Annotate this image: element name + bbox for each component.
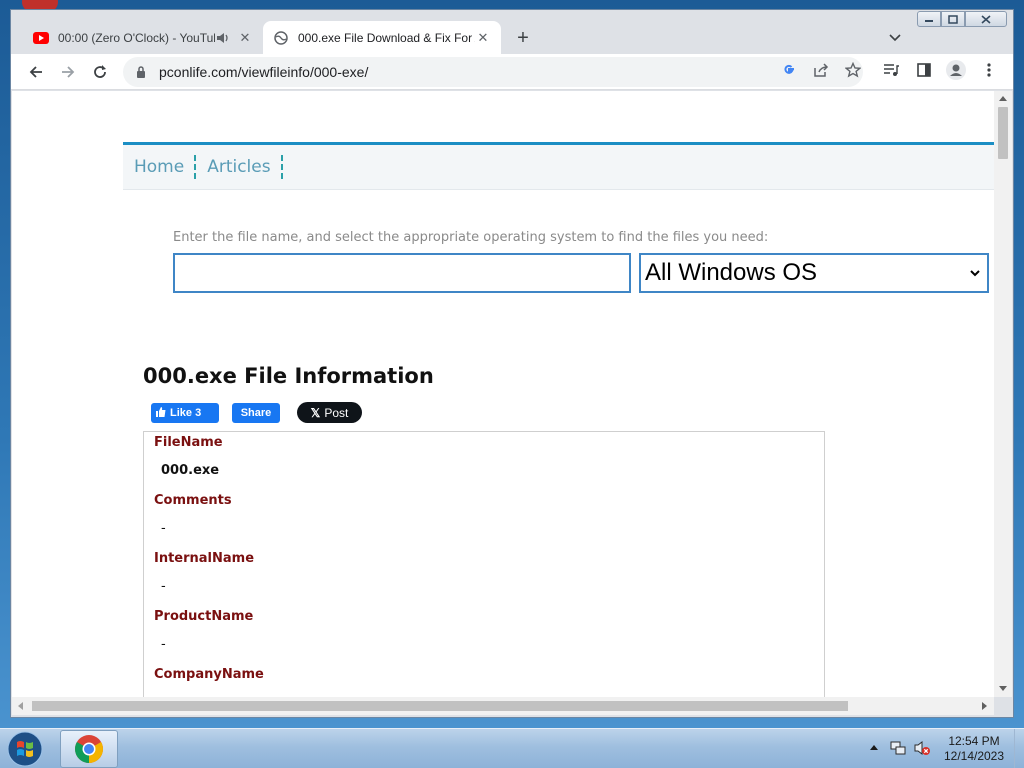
scroll-down-icon[interactable] xyxy=(999,686,1007,691)
minimize-button[interactable] xyxy=(917,11,941,27)
chrome-icon xyxy=(75,735,103,763)
youtube-icon xyxy=(33,30,49,46)
close-tab-icon[interactable]: ✕ xyxy=(475,30,491,46)
post-label: Post xyxy=(324,405,349,420)
field-internalname: InternalName - xyxy=(154,551,254,594)
field-value: - xyxy=(161,521,166,536)
clock-time: 12:54 PM xyxy=(948,734,1000,748)
share-icon[interactable] xyxy=(809,58,833,82)
tab-strip: 00:00 (Zero O'Clock) - YouTube ✕ 000.exe… xyxy=(11,10,1013,54)
network-icon[interactable] xyxy=(889,739,907,757)
search-hint: Enter the file name, and select the appr… xyxy=(173,230,769,245)
tab-pconlife[interactable]: 000.exe File Download & Fix For All Wind… xyxy=(263,21,501,54)
x-post-button[interactable]: 𝕏 Post xyxy=(297,402,362,423)
google-lens-icon[interactable] xyxy=(777,58,801,82)
field-label: FileName xyxy=(154,435,223,450)
tray-expand-icon[interactable] xyxy=(868,741,880,753)
speaker-icon[interactable] xyxy=(215,30,231,46)
address-bar[interactable]: pconlife.com/viewfileinfo/000-exe/ xyxy=(123,57,863,87)
os-select-dropdown[interactable]: All Windows OS xyxy=(639,253,989,293)
browser-window: 00:00 (Zero O'Clock) - YouTube ✕ 000.exe… xyxy=(10,9,1014,718)
browser-toolbar: pconlife.com/viewfileinfo/000-exe/ xyxy=(11,54,1013,90)
show-desktop-button[interactable] xyxy=(1014,729,1024,768)
volume-muted-icon[interactable] xyxy=(913,739,931,757)
site-nav: Home Articles xyxy=(123,142,994,190)
globe-icon xyxy=(273,30,289,46)
facebook-like-button[interactable]: Like 3 xyxy=(151,403,219,423)
media-control-icon[interactable] xyxy=(879,58,903,82)
field-productname: ProductName - xyxy=(154,609,253,652)
like-count: 3 xyxy=(195,407,202,419)
field-companyname: CompanyName xyxy=(154,667,264,695)
chevron-down-icon xyxy=(969,267,981,279)
field-value: - xyxy=(161,637,166,652)
close-tab-icon[interactable]: ✕ xyxy=(237,30,253,46)
nav-link-articles[interactable]: Articles xyxy=(207,155,283,179)
field-value: 000.exe xyxy=(161,463,220,478)
scrollbar-thumb[interactable] xyxy=(32,701,848,711)
chrome-taskbar-button[interactable] xyxy=(60,730,118,768)
menu-kebab-icon[interactable] xyxy=(977,58,1001,82)
nav-link-home[interactable]: Home xyxy=(134,155,197,179)
close-window-button[interactable] xyxy=(965,11,1007,27)
tab-youtube[interactable]: 00:00 (Zero O'Clock) - YouTube ✕ xyxy=(23,21,263,54)
page-viewport: Home Articles Enter the file name, and s… xyxy=(12,91,994,697)
scroll-right-icon[interactable] xyxy=(982,702,987,710)
vertical-scrollbar[interactable] xyxy=(994,91,1012,697)
lock-icon[interactable] xyxy=(133,64,149,80)
x-logo-icon: 𝕏 xyxy=(310,405,321,420)
tab-title: 00:00 (Zero O'Clock) - YouTube xyxy=(58,30,215,45)
field-filename: FileName 000.exe xyxy=(154,435,223,478)
field-label: ProductName xyxy=(154,609,254,624)
profile-avatar-icon[interactable] xyxy=(944,58,968,82)
bookmark-star-icon[interactable] xyxy=(841,58,865,82)
horizontal-scrollbar[interactable] xyxy=(12,697,994,715)
file-info-table: FileName 000.exe Comments - InternalName… xyxy=(143,431,825,697)
system-clock[interactable]: 12:54 PM 12/14/2023 xyxy=(940,734,1008,764)
like-label: Like xyxy=(170,407,193,419)
scroll-up-icon[interactable] xyxy=(999,96,1007,101)
tab-title: 000.exe File Download & Fix For All Wind… xyxy=(298,30,475,45)
facebook-share-button[interactable]: Share xyxy=(232,403,280,423)
os-select-value: All Windows OS xyxy=(645,259,818,286)
clock-date: 12/14/2023 xyxy=(943,749,1005,763)
scrollbar-thumb[interactable] xyxy=(998,107,1008,159)
field-label: CompanyName xyxy=(154,667,264,682)
field-label: InternalName xyxy=(154,551,255,566)
forward-button[interactable] xyxy=(54,58,82,86)
url-text: pconlife.com/viewfileinfo/000-exe/ xyxy=(159,64,369,80)
field-label: Comments xyxy=(154,493,232,508)
thumbs-up-icon xyxy=(156,406,166,420)
back-button[interactable] xyxy=(22,58,50,86)
file-search-input[interactable] xyxy=(173,253,631,293)
page-title: 000.exe File Information xyxy=(143,364,434,388)
start-button[interactable] xyxy=(4,730,46,768)
taskbar: 12:54 PM 12/14/2023 xyxy=(0,728,1024,768)
scroll-left-icon[interactable] xyxy=(18,702,23,710)
field-comments: Comments - xyxy=(154,493,232,536)
tab-search-icon[interactable] xyxy=(883,26,907,50)
maximize-button[interactable] xyxy=(941,11,965,27)
new-tab-button[interactable]: + xyxy=(511,26,535,50)
field-value: - xyxy=(161,579,166,594)
side-panel-icon[interactable] xyxy=(912,58,936,82)
reload-button[interactable] xyxy=(86,58,114,86)
